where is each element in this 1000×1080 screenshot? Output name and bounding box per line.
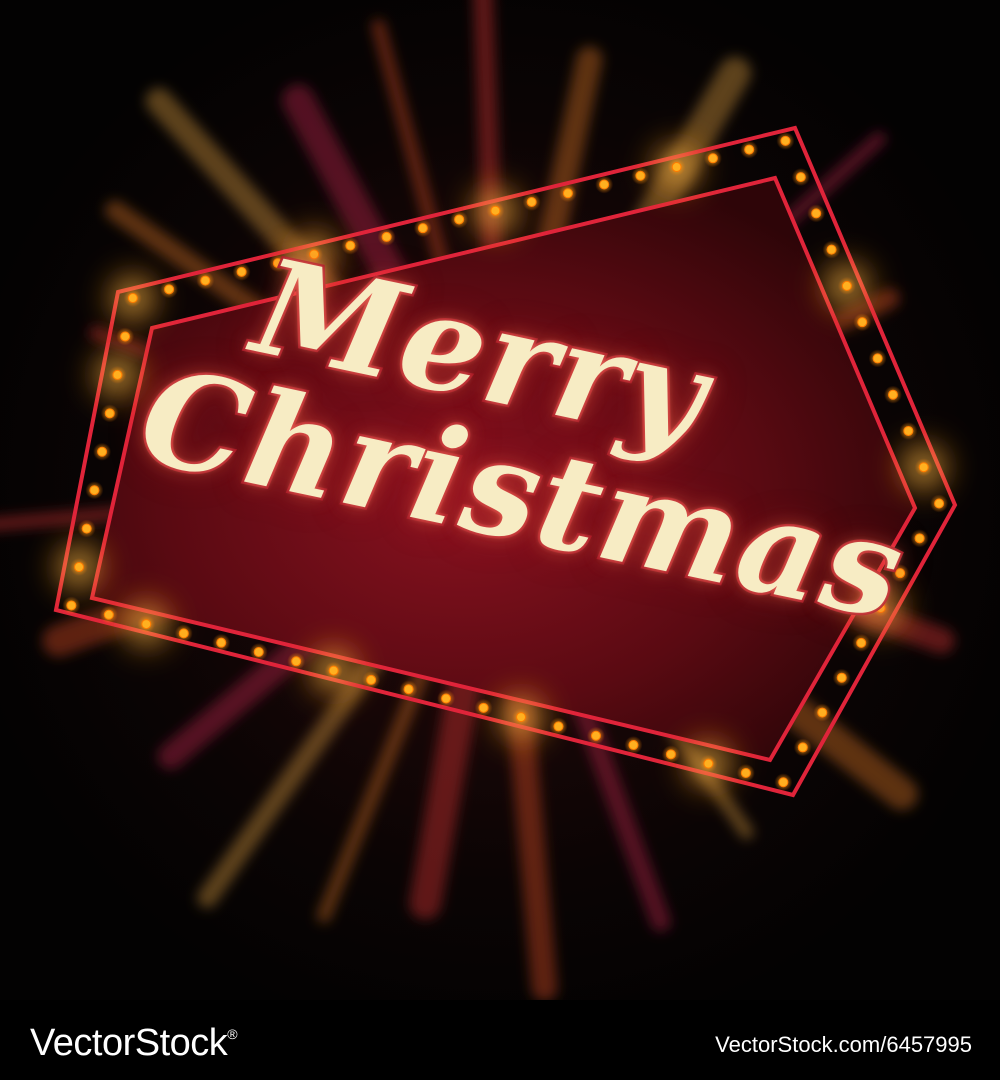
marquee-bulb bbox=[599, 179, 610, 190]
marquee-bulb bbox=[178, 628, 189, 639]
marquee-bulb bbox=[562, 188, 573, 199]
marquee-bulb bbox=[826, 244, 837, 255]
marquee-bulb bbox=[841, 280, 852, 291]
marquee-bulb bbox=[291, 656, 302, 667]
marquee-bulb bbox=[381, 231, 392, 242]
marquee-bulb bbox=[366, 674, 377, 685]
marquee-bulb bbox=[811, 208, 822, 219]
marquee-bulb bbox=[253, 646, 264, 657]
marquee-bulb bbox=[553, 721, 564, 732]
marquee-bulb bbox=[817, 707, 828, 718]
marquee-bulb bbox=[516, 712, 527, 723]
marquee-bulb bbox=[403, 684, 414, 695]
marquee-bulb bbox=[478, 702, 489, 713]
marquee-bulb bbox=[671, 162, 682, 173]
marquee-bulb bbox=[628, 740, 639, 751]
marquee-bulb bbox=[216, 637, 227, 648]
marquee-bulb bbox=[328, 665, 339, 676]
marquee-bulb bbox=[441, 693, 452, 704]
marquee-bulb bbox=[740, 767, 751, 778]
marquee-bulb bbox=[66, 600, 77, 611]
watermark-footer: VectorStock® VectorStock.com/6457995 bbox=[0, 1000, 1000, 1080]
marquee-bulb bbox=[797, 742, 808, 753]
marquee-bulb bbox=[103, 609, 114, 620]
marquee-bulb bbox=[780, 135, 791, 146]
marquee-bulb bbox=[74, 562, 85, 573]
marquee-bulb bbox=[857, 317, 868, 328]
vectorstock-logo: VectorStock® bbox=[30, 1022, 238, 1065]
marquee-bulb bbox=[526, 196, 537, 207]
image-id-label: VectorStock.com/6457995 bbox=[715, 1032, 972, 1057]
marquee-bulb bbox=[490, 205, 501, 216]
registered-mark: ® bbox=[227, 1026, 238, 1042]
marquee-bulb bbox=[934, 498, 945, 509]
marquee-bulb bbox=[417, 223, 428, 234]
artwork-canvas: Merry Christmas VectorStock® VectorStock… bbox=[0, 0, 1000, 1080]
marquee-bulb bbox=[141, 619, 152, 630]
logo-text: VectorStock bbox=[30, 1022, 228, 1064]
neon-sign-scene: Merry Christmas bbox=[0, 0, 1000, 1000]
marquee-bulb bbox=[703, 758, 714, 769]
marquee-bulb bbox=[707, 153, 718, 164]
marquee-bulb bbox=[590, 730, 601, 741]
marquee-bulb bbox=[744, 144, 755, 155]
marquee-bulb bbox=[778, 777, 789, 788]
marquee-bulb bbox=[665, 749, 676, 760]
marquee-bulb bbox=[795, 172, 806, 183]
